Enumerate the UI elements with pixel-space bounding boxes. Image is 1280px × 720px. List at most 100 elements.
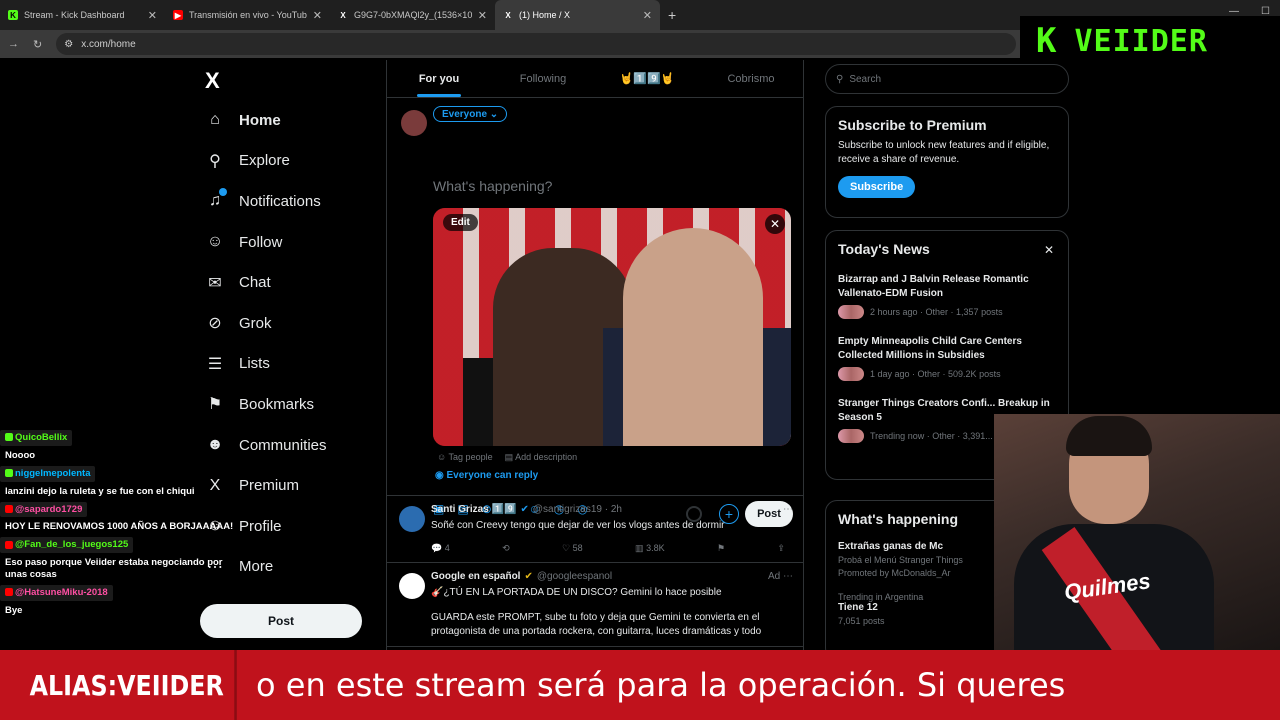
document-icon: ▤ [504, 452, 514, 462]
tab-following[interactable]: Following [491, 60, 595, 97]
sidebar-item-lists[interactable]: ☰ Lists [205, 344, 327, 385]
sidebar-item-bookmarks[interactable]: ⚑ Bookmarks [205, 384, 327, 425]
browser-tab-youtube[interactable]: ▶ Transmisión en vivo - YouTube ✕ [165, 0, 330, 30]
audience-selector[interactable]: Everyone ⌄ [433, 106, 508, 122]
browser-tab-image[interactable]: X G9G7-0bXMAQl2y_(1536×10... ✕ [330, 0, 495, 30]
notification-dot [219, 188, 227, 197]
tab-label: Transmisión en vivo - YouTube [189, 10, 307, 20]
chat-username: niggelmepolenta [0, 465, 96, 482]
ticker-message: o en este stream será para la operación.… [256, 666, 1066, 704]
url-field[interactable]: ⚙ x.com/home [56, 33, 1017, 55]
share-icon[interactable]: ⇪ [777, 543, 785, 554]
search-icon: ⚲ [836, 73, 844, 85]
tag-people-label: Tag people [448, 452, 493, 462]
chat-text: Eso paso porque Veiider estaba negociand… [5, 557, 223, 580]
news-item[interactable]: Empty Minneapolis Child Care Centers Col… [838, 335, 1056, 381]
premium-card: Subscribe to Premium Subscribe to unlock… [825, 106, 1069, 218]
sidebar-item-explore[interactable]: ⚲ Explore [205, 141, 327, 182]
webcam-feed: Quilmes [994, 414, 1280, 650]
chat-text: HOY LE RENOVAMOS 1000 AÑOS A BORJAAAAA! [5, 521, 234, 533]
chat-username: QuicoBellix [0, 430, 73, 446]
close-icon[interactable]: ✕ [1044, 243, 1054, 257]
close-tab-icon[interactable]: ✕ [148, 9, 157, 22]
avatar[interactable] [399, 506, 425, 532]
ad-tweet[interactable]: Google en español ✔ @googleespanol Ad ⋯ … [387, 563, 803, 647]
tweet-author[interactable]: Santi Grizas 1️⃣9️⃣ [431, 504, 516, 515]
url-text: x.com/home [81, 38, 136, 50]
forward-icon[interactable]: → [8, 38, 19, 50]
more-options-icon[interactable]: ⋯ [783, 504, 793, 515]
chat-message: @sapardo1729 HOY LE RENOVAMOS 1000 AÑOS … [0, 501, 235, 534]
close-tab-icon[interactable]: ✕ [478, 9, 487, 22]
tab-cobrismo[interactable]: Cobrismo [699, 60, 803, 97]
like-button[interactable]: ♡ 58 [562, 543, 583, 554]
sidebar-item-label: Premium [239, 477, 300, 495]
premium-title: Subscribe to Premium [838, 117, 987, 133]
browser-tab-x-home[interactable]: X (1) Home / X ✕ [495, 0, 660, 30]
tweet-handle[interactable]: @santigrizas19 · 2h [533, 504, 622, 515]
tab-list-19[interactable]: 🤘1️⃣9️⃣🤘 [595, 60, 699, 97]
stream-chat: QuicoBellix Noooo niggelmepolenta lanzin… [0, 430, 235, 621]
streamer-logo: K VEIIDER [1020, 16, 1280, 66]
news-title: Today's News [838, 241, 930, 257]
youtube-icon: ▶ [173, 10, 183, 20]
tag-people-link[interactable]: ☺ Tag people [437, 452, 493, 463]
sidebar-item-follow[interactable]: ☺ Follow [205, 222, 327, 263]
tweet-handle[interactable]: @googleespanol [537, 571, 612, 582]
grok-icon: ⊘ [208, 315, 222, 333]
search-input[interactable]: ⚲ Search [825, 64, 1069, 94]
google-avatar[interactable] [399, 572, 425, 599]
reply-button[interactable]: 💬 4 [431, 543, 450, 554]
tweet-author[interactable]: Google en español [431, 571, 520, 582]
sidebar-item-label: Profile [239, 517, 282, 535]
bookmark-icon: ⚑ [207, 396, 223, 414]
search-placeholder: Search [849, 73, 882, 85]
retweet-button[interactable]: ⟲ [502, 543, 510, 554]
subscribe-button[interactable]: Subscribe [838, 176, 916, 198]
tweet-text: Soñé con Creevy tengo que dejar de ver l… [431, 520, 725, 531]
kick-logo-icon: K [1036, 21, 1057, 61]
avatars-icon [838, 429, 864, 443]
avatars-icon [838, 305, 864, 319]
reply-setting[interactable]: ◉ Everyone can reply [435, 470, 538, 481]
close-tab-icon[interactable]: ✕ [313, 9, 322, 22]
reply-icon: 💬 [431, 542, 443, 553]
chat-text: lanzini dejo la ruleta y se fue con el c… [5, 485, 195, 497]
reload-icon[interactable]: ↻ [33, 38, 42, 51]
person-icon: ☺ [437, 452, 447, 462]
add-description-link[interactable]: ▤ Add description [505, 452, 578, 463]
sidebar-item-grok[interactable]: ⊘ Grok [205, 303, 327, 344]
sidebar-item-home[interactable]: ⌂ Home [205, 100, 327, 141]
sidebar-item-chat[interactable]: ✉ Chat [205, 262, 327, 303]
alias-label: ALIAS:VEIIDER [19, 650, 237, 720]
bookmark-icon[interactable]: ⚑ [717, 543, 725, 554]
chat-message: niggelmepolenta lanzini dejo la ruleta y… [0, 465, 235, 498]
news-meta: 2 hours ago · Other · 1,357 posts [838, 305, 1056, 319]
news-item[interactable]: Bizarrap and J Balvin Release Romantic V… [838, 273, 1056, 319]
tab-for-you[interactable]: For you [387, 60, 491, 97]
tweet[interactable]: Santi Grizas 1️⃣9️⃣ ✔ @santigrizas19 · 2… [387, 496, 803, 563]
x-logo-icon[interactable]: X [205, 68, 220, 94]
edit-image-button[interactable]: Edit [443, 214, 478, 231]
chat-message: @HatsuneMiku-2018 Bye [0, 584, 235, 617]
site-info-icon[interactable]: ⚙ [64, 39, 73, 50]
close-tab-icon[interactable]: ✕ [643, 9, 652, 22]
views-count: 3.8K [646, 542, 665, 553]
x-icon: X [505, 10, 511, 20]
new-tab-icon[interactable]: + [660, 7, 684, 23]
avatars-icon [838, 367, 864, 381]
sidebar-item-label: Explore [239, 152, 290, 170]
sidebar-item-label: Grok [239, 314, 272, 332]
news-meta-text: 2 hours ago · Other · 1,357 posts [870, 307, 1003, 317]
views-button[interactable]: ▥ 3.8K [635, 543, 665, 554]
browser-tab-kick[interactable]: K Stream - Kick Dashboard ✕ [0, 0, 165, 30]
avatar[interactable] [401, 110, 427, 136]
compose-input[interactable]: What's happening? [433, 178, 552, 194]
list-icon: ☰ [207, 355, 223, 373]
tweet-text-body: GUARDA este PROMPT, sube tu foto y deja … [431, 612, 762, 637]
chat-text: Noooo [5, 449, 36, 461]
tweet-text: 🎸¿TÚ EN LA PORTADA DE UN DISCO? Gemini l… [431, 586, 722, 598]
remove-image-icon[interactable]: ✕ [765, 214, 785, 234]
chat-message: QuicoBellix Noooo [0, 430, 235, 462]
sidebar-item-notifications[interactable]: ♫ Notifications [205, 181, 327, 222]
